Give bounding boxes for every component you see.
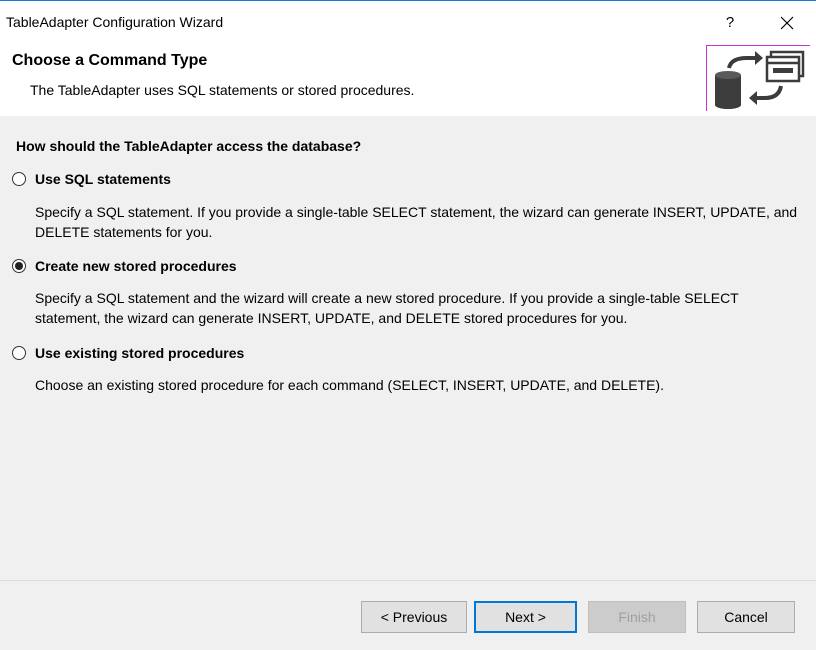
wizard-content: How should the TableAdapter access the d…	[0, 116, 816, 580]
header-icon-frame	[706, 45, 810, 111]
finish-button[interactable]: Finish	[588, 601, 686, 633]
option-description: Choose an existing stored procedure for …	[35, 377, 664, 393]
close-button[interactable]	[772, 9, 802, 37]
wizard-header: Choose a Command Type The TableAdapter u…	[0, 44, 816, 116]
radio-create-new-stored-procedures[interactable]	[12, 259, 26, 273]
database-sync-icon	[715, 50, 805, 109]
option-label[interactable]: Create new stored procedures	[35, 258, 237, 274]
radio-use-existing-stored-procedures[interactable]	[12, 346, 26, 360]
question-label: How should the TableAdapter access the d…	[16, 138, 362, 154]
option-description: Specify a SQL statement. If you provide …	[35, 204, 798, 240]
previous-button[interactable]: < Previous	[361, 601, 467, 633]
next-button[interactable]: Next >	[474, 601, 577, 633]
window-title: TableAdapter Configuration Wizard	[6, 14, 224, 30]
page-title: Choose a Command Type	[12, 52, 208, 69]
help-button[interactable]: ?	[718, 9, 742, 37]
option-label[interactable]: Use SQL statements	[35, 171, 171, 187]
title-bar: TableAdapter Configuration Wizard ?	[0, 0, 816, 44]
radio-selected-dot	[15, 262, 23, 270]
close-icon	[780, 16, 794, 30]
option-label[interactable]: Use existing stored procedures	[35, 345, 244, 361]
page-subtitle: The TableAdapter uses SQL statements or …	[30, 82, 415, 98]
radio-use-sql-statements[interactable]	[12, 172, 26, 186]
option-description: Specify a SQL statement and the wizard w…	[35, 290, 739, 326]
cancel-button[interactable]: Cancel	[697, 601, 795, 633]
footer-divider	[0, 580, 816, 581]
